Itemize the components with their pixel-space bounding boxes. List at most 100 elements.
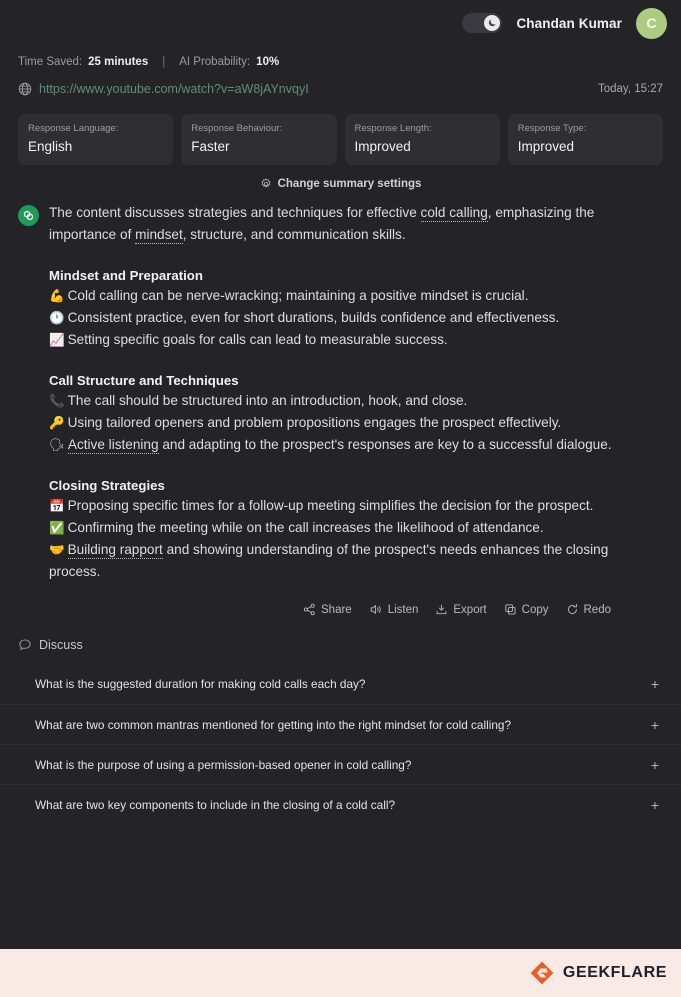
change-summary-settings-button[interactable]: Change summary settings — [0, 178, 681, 190]
section-title-mindset-and-preparation: Mindset and Preparation — [49, 268, 203, 283]
user-name: Chandan Kumar — [516, 15, 622, 31]
setting-card-response-behaviour[interactable]: Response Behaviour: Faster — [181, 114, 337, 165]
summary-body: The content discusses strategies and tec… — [49, 202, 659, 583]
footer: GEEKFLARE — [0, 949, 681, 997]
share-label: Share — [321, 603, 352, 616]
export-button[interactable]: Export — [435, 603, 487, 616]
summary-bullet: ✅ Confirming the meeting while on the cal… — [49, 517, 659, 539]
bullet-term-active-listening[interactable]: Active listening — [67, 437, 159, 454]
gear-icon — [260, 178, 271, 188]
section-title-call-structure-and-techniques: Call Structure and Techniques — [49, 373, 239, 388]
intro-text-1: The content discusses strategies and tec… — [49, 205, 421, 220]
card-label: Response Behaviour: — [191, 123, 283, 134]
card-value: Improved — [354, 139, 411, 154]
chart-increasing-emoji: 📈 — [49, 332, 65, 347]
time-saved-label: Time Saved: — [18, 56, 83, 68]
discuss-header: Discuss — [0, 638, 681, 652]
avatar[interactable]: C — [636, 7, 667, 39]
faq-item[interactable]: What are two common mantras mentioned fo… — [0, 704, 681, 744]
copy-button[interactable]: Copy — [504, 603, 549, 616]
redo-button[interactable]: Redo — [566, 603, 611, 616]
faq-question: What are two common mantras mentioned fo… — [35, 717, 512, 732]
faq-item[interactable]: What is the suggested duration for makin… — [0, 664, 681, 704]
geekflare-logo-icon — [530, 961, 554, 985]
setting-card-response-type[interactable]: Response Type: Improved — [507, 114, 663, 165]
summary-bullet: 📈 Setting specific goals for calls can le… — [49, 329, 659, 351]
key-emoji: 🔑 — [49, 415, 65, 430]
bullet-text: Using tailored openers and problem propo… — [67, 415, 562, 430]
bullet-text: Confirming the meeting while on the call… — [67, 520, 544, 535]
footer-brand: GEEKFLARE — [562, 964, 667, 981]
card-value: Faster — [191, 139, 230, 154]
listen-button[interactable]: Listen — [369, 603, 419, 616]
share-button[interactable]: Share — [303, 603, 352, 616]
stats-separator: | — [162, 56, 166, 68]
summary-bullet: 🕐 Consistent practice, even for short dur… — [49, 307, 659, 329]
card-label: Response Type: — [517, 123, 587, 134]
stats-row: Time Saved: 25 minutes | AI Probability:… — [0, 52, 681, 72]
card-value: Improved — [517, 139, 575, 154]
bullet-text: Proposing specific times for a follow-up… — [67, 498, 594, 513]
summary-bullet: 📞 The call should be structured into an i… — [49, 390, 659, 412]
settings-cards: Response Language: English Response Beha… — [0, 114, 681, 165]
faq-expand-icon[interactable]: + — [651, 797, 659, 813]
flexed-biceps-emoji: 💪 — [49, 288, 65, 303]
export-label: Export — [453, 603, 487, 616]
faq-question: What are two key components to include i… — [35, 797, 396, 812]
intro-term-cold-calling[interactable]: cold calling — [420, 205, 488, 222]
section-title-closing-strategies: Closing Strategies — [49, 478, 165, 493]
speaking-head-emoji: 🗣 — [49, 437, 65, 452]
discuss-label: Discuss — [39, 638, 83, 652]
ai-probability-label: AI Probability: — [179, 56, 251, 68]
copy-label: Copy — [521, 603, 549, 616]
share-icon — [303, 603, 315, 616]
timestamp: Today, 15:27 — [597, 83, 663, 95]
source-url-link[interactable]: https://www.youtube.com/watch?v=aW8jAYnv… — [39, 82, 309, 96]
setting-card-response-language[interactable]: Response Language: English — [18, 114, 174, 165]
faq-list: What is the suggested duration for makin… — [0, 664, 681, 824]
card-label: Response Language: — [28, 123, 119, 134]
bullet-text: Setting specific goals for calls can lea… — [67, 332, 448, 347]
telephone-receiver-emoji: 📞 — [49, 393, 65, 408]
faq-expand-icon[interactable]: + — [651, 676, 659, 692]
bullet-term-building-rapport[interactable]: Building rapport — [67, 542, 163, 559]
summary-bullet: 💪 Cold calling can be nerve-wracking; mai… — [49, 285, 659, 307]
setting-card-response-length[interactable]: Response Length: Improved — [344, 114, 500, 165]
check-mark-emoji: ✅ — [49, 520, 65, 535]
summary-bullet: 📅 Proposing specific times for a follow-u… — [49, 495, 659, 517]
faq-item[interactable]: What is the purpose of using a permissio… — [0, 744, 681, 784]
listen-label: Listen — [387, 603, 419, 616]
export-icon — [437, 604, 447, 615]
globe-icon — [18, 82, 32, 96]
card-value: English — [28, 139, 73, 154]
faq-item[interactable]: What are two key components to include i… — [0, 784, 681, 824]
top-bar: Chandan Kumar C — [0, 0, 681, 46]
summary-bullet: 🗣 Active listening and adapting to the pr… — [49, 434, 659, 456]
change-summary-settings-label: Change summary settings — [277, 178, 422, 190]
faq-expand-icon[interactable]: + — [651, 757, 659, 773]
geekflare-mark-icon — [18, 205, 39, 226]
ai-probability-value: 10% — [256, 56, 280, 68]
toggle-knob — [484, 15, 501, 31]
chat-bubble-icon — [19, 639, 31, 651]
summary-page: Chandan Kumar C Time Saved: 25 minutes |… — [0, 0, 681, 997]
bullet-text: Consistent practice, even for short dura… — [67, 310, 560, 325]
bullet-text: and adapting to the prospect's responses… — [158, 437, 612, 452]
faq-expand-icon[interactable]: + — [651, 717, 659, 733]
card-label: Response Length: — [354, 123, 432, 134]
speaker-icon — [370, 605, 381, 614]
summary-bullet: 🤝 Building rapport and showing understand… — [49, 539, 659, 583]
intro-term-mindset[interactable]: mindset — [135, 227, 183, 244]
calendar-emoji: 📅 — [49, 498, 65, 513]
summary-bullet: 🔑 Using tailored openers and problem prop… — [49, 412, 659, 434]
clock-emoji: 🕐 — [49, 310, 65, 325]
dark-mode-toggle[interactable] — [462, 13, 503, 33]
handshake-emoji: 🤝 — [49, 542, 65, 557]
bullet-text: The call should be structured into an in… — [67, 393, 468, 408]
time-saved-value: 25 minutes — [88, 56, 149, 68]
redo-icon — [567, 603, 577, 614]
summary-intro: The content discusses strategies and tec… — [49, 202, 659, 246]
action-bar: Share Listen Export Copy Redo — [0, 603, 681, 616]
copy-icon — [504, 604, 516, 615]
source-url-row: https://www.youtube.com/watch?v=aW8jAYnv… — [0, 78, 681, 100]
